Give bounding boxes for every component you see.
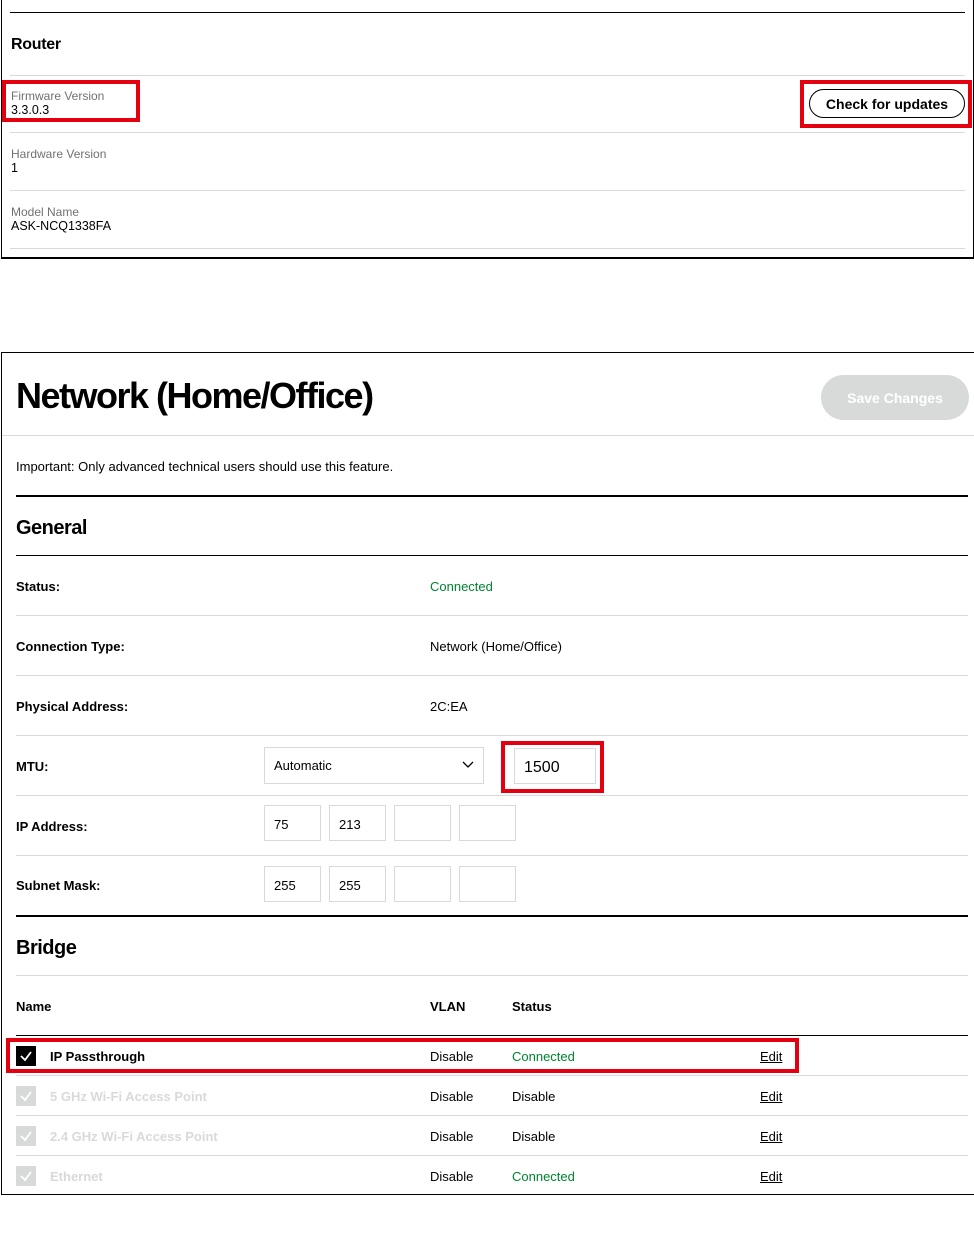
physical-address-label: Physical Address:: [16, 699, 129, 714]
ip-passthrough-checkbox[interactable]: [16, 1046, 36, 1066]
page-title: Network (Home/Office): [16, 375, 374, 416]
mtu-value-input[interactable]: 1500: [514, 748, 596, 784]
hardware-row: Hardware Version 1: [10, 133, 965, 191]
general-section-title: General: [16, 517, 87, 539]
section-divider: [16, 495, 968, 497]
save-changes-button[interactable]: Save Changes: [821, 375, 969, 420]
edit-link[interactable]: Edit: [760, 1169, 782, 1184]
model-name-label: Model Name: [11, 205, 80, 219]
ethernet-checkbox: [16, 1166, 36, 1186]
divider: [10, 12, 965, 13]
advanced-users-notice: Important: Only advanced technical users…: [16, 459, 394, 474]
checkmark-icon: [20, 1171, 32, 1182]
hardware-version-value: 1: [11, 161, 18, 175]
ip-octet-1-input[interactable]: 75: [264, 805, 321, 841]
subnet-octet-4-input[interactable]: [459, 866, 516, 902]
ip-octet-4-input[interactable]: [459, 805, 516, 841]
subnet-octet-1-input[interactable]: 255: [264, 866, 321, 902]
bridge-vlan: Disable: [430, 1049, 474, 1064]
firmware-version-value: 3.3.0.3: [11, 103, 50, 117]
bridge-name: 2.4 GHz Wi-Fi Access Point: [50, 1129, 218, 1144]
status-label: Status:: [16, 579, 61, 594]
model-row: Model Name ASK-NCQ1338FA: [10, 191, 965, 249]
subnet-mask-row: Subnet Mask: 255 255: [16, 856, 968, 916]
bridge-name: Ethernet: [50, 1169, 103, 1184]
divider: [16, 975, 968, 976]
wifi-2-4ghz-checkbox: [16, 1126, 36, 1146]
physical-address-row: Physical Address: 2C:EA: [16, 676, 968, 736]
subnet-mask-label: Subnet Mask:: [16, 878, 101, 893]
table-row: 5 GHz Wi-Fi Access Point Disable Disable…: [16, 1076, 968, 1116]
bridge-vlan: Disable: [430, 1169, 474, 1184]
bridge-status: Disable: [512, 1089, 556, 1104]
router-title: Router: [11, 36, 61, 53]
subnet-octet-2-input[interactable]: 255: [329, 866, 386, 902]
mtu-mode-value: Automatic: [274, 758, 332, 773]
edit-link[interactable]: Edit: [760, 1129, 782, 1144]
mtu-row: MTU: Automatic 1500: [16, 736, 968, 796]
column-header-vlan: VLAN: [430, 999, 466, 1014]
ip-address-label: IP Address:: [16, 819, 88, 834]
bridge-name: IP Passthrough: [50, 1049, 146, 1064]
network-panel: Network (Home/Office) Save Changes Impor…: [1, 352, 974, 1195]
bridge-vlan: Disable: [430, 1129, 474, 1144]
check-for-updates-button[interactable]: Check for updates: [809, 89, 965, 118]
checkmark-icon: [20, 1091, 32, 1102]
table-row: 2.4 GHz Wi-Fi Access Point Disable Disab…: [16, 1116, 968, 1156]
ip-octet-2-input[interactable]: 213: [329, 805, 386, 841]
router-panel: Router Firmware Version 3.3.0.3 Check fo…: [1, 0, 974, 259]
edit-link[interactable]: Edit: [760, 1089, 782, 1104]
firmware-version-label: Firmware Version: [11, 89, 105, 103]
hardware-version-label: Hardware Version: [11, 147, 107, 161]
subnet-octet-3-input[interactable]: [394, 866, 451, 902]
ip-address-row: IP Address: 75 213: [16, 796, 968, 856]
divider: [2, 435, 974, 436]
ip-octet-3-input[interactable]: [394, 805, 451, 841]
bridge-status: Disable: [512, 1129, 556, 1144]
checkmark-icon: [20, 1131, 32, 1142]
bridge-name: 5 GHz Wi-Fi Access Point: [50, 1089, 207, 1104]
model-name-value: ASK-NCQ1338FA: [11, 219, 112, 233]
bridge-status: Connected: [512, 1169, 575, 1184]
edit-link[interactable]: Edit: [760, 1049, 782, 1064]
section-divider: [16, 915, 968, 917]
bridge-vlan: Disable: [430, 1089, 474, 1104]
connection-type-label: Connection Type:: [16, 639, 125, 654]
status-value: Connected: [430, 579, 493, 594]
column-header-status: Status: [512, 999, 552, 1014]
chevron-down-icon: [462, 761, 474, 768]
column-header-name: Name: [16, 999, 52, 1014]
connection-type-row: Connection Type: Network (Home/Office): [16, 616, 968, 676]
physical-address-value: 2C:EA: [430, 699, 468, 714]
status-row: Status: Connected: [16, 556, 968, 616]
bridge-section-title: Bridge: [16, 937, 77, 959]
mtu-mode-select[interactable]: Automatic: [264, 747, 484, 784]
table-row: IP Passthrough Disable Connected Edit: [16, 1036, 968, 1076]
mtu-label: MTU:: [16, 759, 49, 774]
wifi-5ghz-checkbox: [16, 1086, 36, 1106]
connection-type-value: Network (Home/Office): [430, 639, 562, 654]
bridge-status: Connected: [512, 1049, 575, 1064]
checkmark-icon: [20, 1051, 32, 1062]
table-row: Ethernet Disable Connected Edit: [16, 1156, 968, 1196]
